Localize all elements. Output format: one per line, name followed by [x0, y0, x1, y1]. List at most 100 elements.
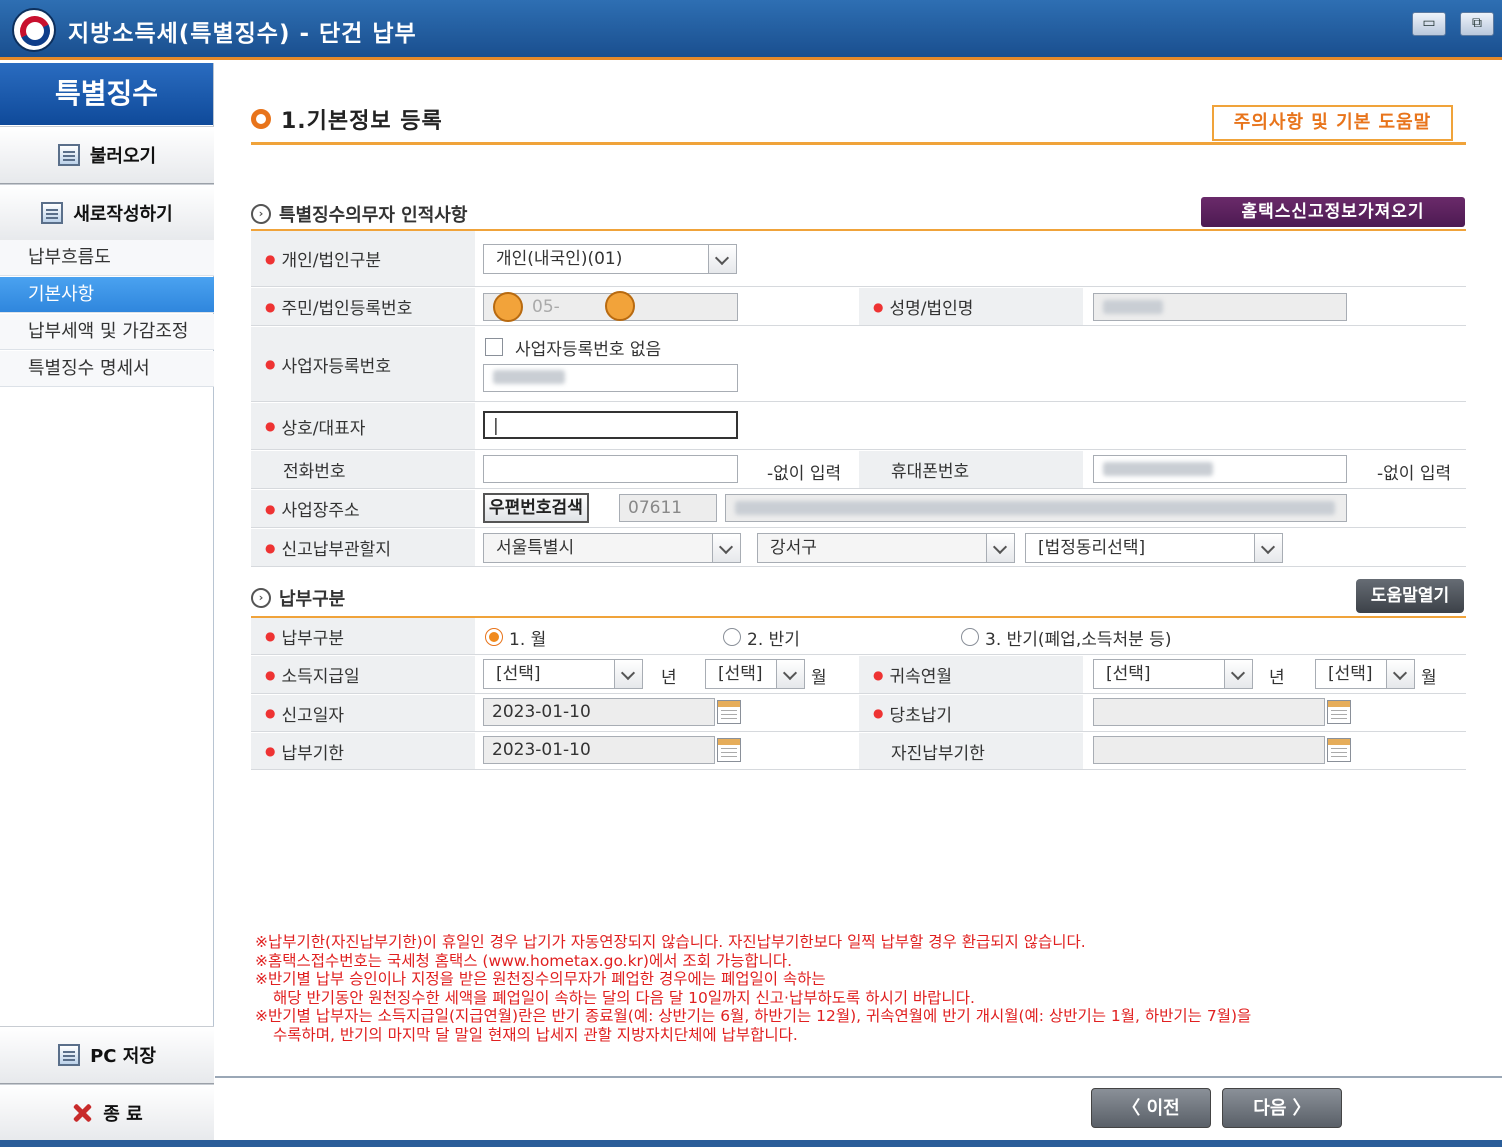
company-field[interactable]: |	[483, 411, 738, 439]
payment-half-closure-radio[interactable]	[961, 628, 979, 646]
notice-line: 해당 반기동안 원천징수한 세액을 폐업일이 속하는 달의 다음 달 10일까지…	[273, 988, 975, 1007]
chevron-down-icon	[1224, 660, 1252, 688]
phone-field[interactable]	[483, 455, 738, 483]
address-label: 사업장주소	[281, 501, 360, 521]
text-cursor: |	[493, 416, 499, 436]
pc-save-button[interactable]: PC 저장	[0, 1026, 214, 1084]
section-title-text: 1.기본정보 등록	[281, 109, 443, 134]
mobile-label: 휴대폰번호	[891, 462, 970, 482]
payment-half-radio[interactable]	[723, 628, 741, 646]
bizno-label: 사업자등록번호	[281, 356, 391, 377]
sidebar-item-statement[interactable]: 특별징수 명세서	[0, 351, 214, 387]
row-regno: ● 주민/법인등록번호 05- ● 성명/법인명	[251, 288, 1466, 326]
chevron-down-icon	[1254, 534, 1282, 562]
exit-button[interactable]: 종 료	[0, 1084, 214, 1142]
report-date-field[interactable]: 2023-01-10	[483, 698, 715, 726]
main-panel: 1.기본정보 등록 주의사항 및 기본 도움말 › 특별징수의무자 인적사항 홈…	[215, 63, 1502, 1147]
original-due-field[interactable]	[1093, 698, 1325, 726]
row-address: ● 사업장주소 우편번호검색 07611	[251, 490, 1466, 528]
chevron-down-icon	[1386, 660, 1414, 688]
jurisdiction-label: 신고납부관할지	[281, 540, 391, 560]
hometax-fetch-button[interactable]: 홈택스신고정보가져오기	[1201, 197, 1465, 227]
calendar-icon[interactable]	[1327, 738, 1351, 762]
save-disk-icon	[58, 1044, 81, 1066]
notice-line: ※반기별 납부 승인이나 지정을 받은 원천징수의무자가 폐업한 경우에는 폐업…	[255, 970, 826, 988]
row-payment-kind: ● 납부구분 1. 월 2. 반기 3. 반기(폐업,소득처분 등)	[251, 618, 1466, 655]
help-open-button[interactable]: 도움말열기	[1356, 579, 1464, 613]
attribution-year-value: [선택]	[1106, 664, 1151, 684]
required-icon: ●	[265, 629, 276, 643]
income-month-select[interactable]: [선택]	[705, 659, 805, 689]
chevron-down-icon	[712, 534, 740, 562]
district-select[interactable]: 강서구	[757, 533, 1015, 563]
taxpayer-heading-text: 특별징수의무자 인적사항	[279, 205, 468, 226]
dong-value: [법정동리선택]	[1038, 538, 1146, 558]
redacted-mobile	[1103, 462, 1213, 476]
new-document-label: 새로작성하기	[73, 204, 173, 225]
regno-value: 05-	[532, 297, 560, 317]
row-phone: 전화번호 -없이 입력 휴대폰번호 -없이 입력	[251, 451, 1466, 489]
notice-line: ※납부기한(자진납부기한)이 휴일인 경우 납기가 자동연장되지 않습니다. 자…	[255, 933, 1086, 951]
income-year-select[interactable]: [선택]	[483, 659, 643, 689]
payment-heading-text: 납부구분	[279, 589, 346, 610]
notice-line: ※반기별 납부자는 소득지급일(지급연월)란은 반기 종료월(예: 상반기는 6…	[255, 1007, 1252, 1025]
help-button[interactable]: 주의사항 및 기본 도움말	[1212, 105, 1453, 141]
year-unit: 년	[661, 668, 677, 688]
row-person-type: ● 개인/법인구분 개인(내국인)(01)	[251, 231, 1466, 287]
row-income-date: ● 소득지급일 [선택] 년 [선택] 월 ● 귀속연월 [선택] 년 [선택] 월	[251, 656, 1466, 694]
chevron-right-icon: ›	[251, 204, 271, 224]
sticker-icon	[493, 292, 523, 322]
attribution-year-select[interactable]: [선택]	[1093, 659, 1253, 689]
divider	[215, 1076, 1502, 1078]
payment-kind-label: 납부구분	[281, 628, 345, 649]
calendar-icon[interactable]	[1327, 700, 1351, 724]
no-bizno-checkbox[interactable]	[485, 338, 503, 356]
row-due-date: ● 납부기한 2023-01-10 자진납부기한	[251, 733, 1466, 770]
required-icon: ●	[265, 251, 276, 266]
document-load-icon	[57, 144, 80, 166]
attribution-month-select[interactable]: [선택]	[1315, 659, 1415, 689]
payment-half-closure-label: 3. 반기(폐업,소득처분 등)	[985, 630, 1172, 650]
section-title: 1.기본정보 등록	[251, 103, 443, 135]
sticker-icon	[605, 291, 635, 321]
window-bottom-border	[0, 1140, 1502, 1147]
title-bar: 지방소득세(특별징수) - 단건 납부 ▭ ⧉	[0, 0, 1502, 60]
load-button[interactable]: 불러오기	[0, 126, 214, 184]
required-icon: ●	[873, 667, 884, 682]
minimize-button[interactable]: ▭	[1412, 12, 1446, 36]
dong-select[interactable]: [법정동리선택]	[1025, 533, 1283, 563]
income-date-label: 소득지급일	[281, 667, 360, 687]
payment-heading: › 납부구분	[251, 585, 345, 611]
next-button[interactable]: 다음 〉	[1222, 1088, 1342, 1128]
company-label: 상호/대표자	[281, 418, 366, 439]
zip-search-button[interactable]: 우편번호검색	[483, 493, 589, 523]
document-edit-icon	[41, 202, 64, 224]
zip-field[interactable]: 07611	[619, 494, 717, 522]
required-icon: ●	[265, 419, 276, 433]
required-icon: ●	[265, 299, 276, 314]
person-type-label: 개인/법인구분	[281, 251, 382, 271]
sidebar-item-flow[interactable]: 납부흐름도	[0, 240, 214, 276]
month-unit: 월	[1421, 668, 1437, 688]
window-title: 지방소득세(특별징수) - 단건 납부	[68, 21, 417, 47]
restore-button[interactable]: ⧉	[1460, 12, 1494, 36]
phone-label: 전화번호	[283, 462, 346, 482]
sidebar-item-basic[interactable]: 기본사항	[0, 277, 214, 313]
voluntary-due-field[interactable]	[1093, 736, 1325, 764]
attribution-label: 귀속연월	[889, 667, 953, 687]
person-type-select[interactable]: 개인(내국인)(01)	[483, 244, 737, 274]
row-bizno: ● 사업자등록번호 사업자등록번호 없음	[251, 327, 1466, 402]
required-icon: ●	[265, 357, 276, 371]
payment-monthly-radio[interactable]	[485, 628, 503, 646]
income-year-value: [선택]	[496, 664, 541, 684]
chevron-down-icon	[614, 660, 642, 688]
redacted-name	[1103, 300, 1163, 314]
calendar-icon[interactable]	[717, 738, 741, 762]
city-select[interactable]: 서울특별시	[483, 533, 741, 563]
due-date-field[interactable]: 2023-01-10	[483, 736, 715, 764]
sidebar-item-tax-amount[interactable]: 납부세액 및 가감조정	[0, 314, 214, 350]
district-value: 강서구	[770, 538, 817, 558]
new-document-button[interactable]: 새로작성하기	[0, 184, 214, 242]
prev-button[interactable]: 〈 이전	[1091, 1088, 1211, 1128]
calendar-icon[interactable]	[717, 700, 741, 724]
